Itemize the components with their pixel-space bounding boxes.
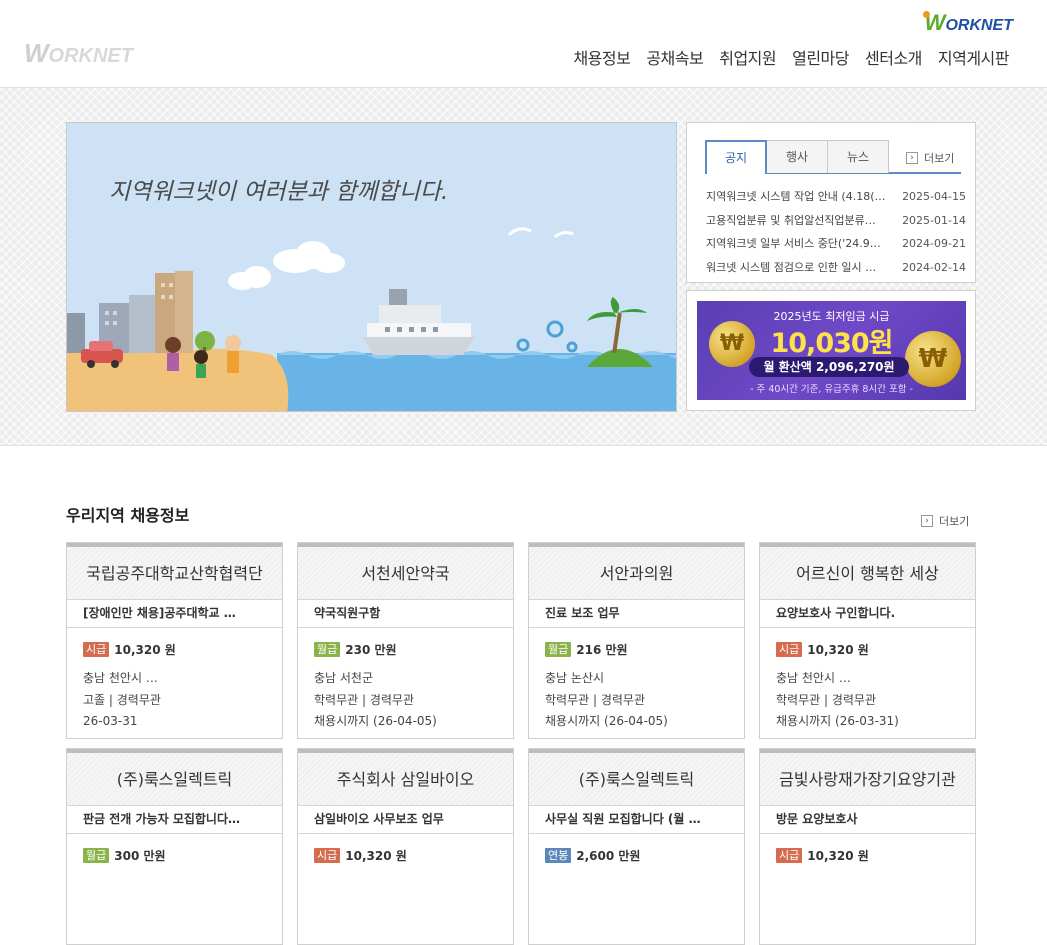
hero-illustration: 지역워크넷이 여러분과 함께합니다. [67, 123, 676, 411]
job-requirements: 고졸 | 경력무관 [83, 692, 161, 707]
job-requirements: 학력무관 | 경력무관 [776, 692, 876, 707]
job-deadline: 채용시까지 (26-04-05) [545, 714, 668, 728]
notice-title: 워크넷 시스템 점검으로 인한 일시 … [706, 260, 877, 274]
job-deadline: 채용시까지 (26-04-05) [314, 714, 437, 728]
pay-amount: 300 만원 [114, 848, 166, 863]
pay-amount: 10,320 원 [807, 848, 869, 863]
notice-title: 고용직업분류 및 취업알선직업분류… [706, 213, 876, 227]
nav-item-open-recruit[interactable]: 공채속보 [638, 45, 711, 69]
pay-type-badge: 월급 [83, 847, 110, 863]
job-title[interactable]: 판금 전개 가능자 모집합니다… [67, 806, 282, 834]
pay-type-badge: 연봉 [545, 847, 572, 863]
pay-amount: 2,600 만원 [576, 848, 641, 863]
job-card[interactable]: 국립공주대학교산학협력단 [장애인만 채용]공주대학교 … 시급 10,320 원… [66, 542, 283, 739]
job-title[interactable]: 요양보호사 구인합니다. [760, 600, 975, 628]
notice-title: 지역워크넷 시스템 작업 안내 (4.18(… [706, 190, 886, 203]
tab-news[interactable]: 뉴스 [827, 140, 889, 173]
job-deadline: 26-03-31 [83, 714, 138, 728]
pay-amount: 230 만원 [345, 642, 397, 657]
pay-amount: 10,320 원 [807, 642, 869, 657]
job-location: 충남 서천군 [314, 671, 374, 685]
notice-more-label: 더보기 [924, 152, 955, 165]
min-wage-panel: ₩ ₩ 2025년도 최저임금 시급 10,030원 월 환산액 2,096,2… [686, 290, 976, 411]
notice-more-link[interactable]: › 더보기 [906, 150, 954, 166]
job-card[interactable]: 서안과의원 진료 보조 업무 월급 216 만원 충남 논산시 학력무관 | 경력… [528, 542, 745, 739]
job-location: 충남 논산시 [545, 671, 605, 685]
notice-date: 2024-02-14 [902, 260, 966, 274]
notice-date: 2025-01-14 [902, 213, 966, 227]
job-requirements: 학력무관 | 경력무관 [314, 692, 414, 707]
job-deadline: 채용시까지 (26-03-31) [776, 714, 899, 728]
list-item[interactable]: 워크넷 시스템 점검으로 인한 일시 … 2024-02-14 [706, 256, 966, 280]
jobs-more-label: 더보기 [939, 515, 970, 528]
job-title[interactable]: 방문 요양보호사 [760, 806, 975, 834]
company-name: 서안과의원 [529, 543, 744, 600]
site-header: WORKNET WORKNET 채용정보 공채속보 취업지원 열린마당 센터소개… [0, 0, 1047, 88]
pay-amount: 216 만원 [576, 642, 628, 657]
job-title[interactable]: 사무실 직원 모집합니다 (월 … [529, 806, 744, 834]
notice-date: 2025-04-15 [902, 190, 966, 203]
logo-left-text: ORKNET [48, 45, 133, 67]
job-card[interactable]: 주식회사 삼일바이오 삼일바이오 사무보조 업무 시급 10,320 원 [297, 748, 514, 945]
job-title[interactable]: [장애인만 채용]공주대학교 … [67, 600, 282, 628]
main-nav: 채용정보 공채속보 취업지원 열린마당 센터소개 지역게시판 [565, 45, 1017, 69]
company-name: 금빛사랑재가장기요양기관 [760, 749, 975, 806]
job-requirements: 학력무관 | 경력무관 [545, 692, 645, 707]
company-name: (주)룩스일렉트릭 [529, 749, 744, 806]
tab-events[interactable]: 행사 [766, 140, 828, 173]
job-card[interactable]: 서천세안약국 약국직원구함 월급 230 만원 충남 서천군 학력무관 | 경력무… [297, 542, 514, 739]
nav-item-employment-support[interactable]: 취업지원 [711, 45, 784, 69]
company-name: 국립공주대학교산학협력단 [67, 543, 282, 600]
pay-type-badge: 시급 [776, 641, 803, 657]
job-title[interactable]: 약국직원구함 [298, 600, 513, 628]
hero-headline: 지역워크넷이 여러분과 함께합니다. [109, 179, 448, 205]
visual-band: 지역워크넷이 여러분과 함께합니다. 공지 행사 뉴스 › 더보기 지역워크넷 … [0, 88, 1047, 446]
pay-type-badge: 월급 [314, 641, 341, 657]
hero-banner: 지역워크넷이 여러분과 함께합니다. [66, 122, 677, 412]
job-location: 충남 천안시 … [83, 671, 158, 685]
job-title[interactable]: 진료 보조 업무 [529, 600, 744, 628]
job-title[interactable]: 삼일바이오 사무보조 업무 [298, 806, 513, 834]
pay-type-badge: 시급 [776, 847, 803, 863]
logo-right-text: ORKNET [945, 17, 1013, 34]
job-card[interactable]: (주)룩스일렉트릭 판금 전개 가능자 모집합니다… 월급 300 만원 [66, 748, 283, 945]
nav-item-open-forum[interactable]: 열린마당 [784, 45, 857, 69]
job-card[interactable]: 어르신이 행복한 세상 요양보호사 구인합니다. 시급 10,320 원 충남 천… [759, 542, 976, 739]
pay-amount: 10,320 원 [114, 642, 176, 657]
job-card[interactable]: (주)룩스일렉트릭 사무실 직원 모집합니다 (월 … 연봉 2,600 만원 [528, 748, 745, 945]
notice-panel: 공지 행사 뉴스 › 더보기 지역워크넷 시스템 작업 안내 (4.18(… 20… [686, 122, 976, 283]
notice-list: 지역워크넷 시스템 작업 안내 (4.18(… 2025-04-15 고용직업분류… [706, 185, 966, 279]
pay-amount: 10,320 원 [345, 848, 407, 863]
min-wage-note: - 주 40시간 기준, 유급주휴 8시간 포함 - [750, 384, 913, 395]
job-card[interactable]: 금빛사랑재가장기요양기관 방문 요양보호사 시급 10,320 원 [759, 748, 976, 945]
nav-item-regional-board[interactable]: 지역게시판 [930, 45, 1017, 69]
company-name: 서천세안약국 [298, 543, 513, 600]
jobs-more-link[interactable]: › 더보기 [921, 513, 969, 529]
chevron-right-icon: › [906, 152, 918, 164]
company-name: (주)룩스일렉트릭 [67, 749, 282, 806]
section-title: 우리지역 채용정보 [66, 506, 190, 525]
nav-item-jobs[interactable]: 채용정보 [565, 45, 638, 69]
min-wage-amount: 10,030원 [770, 328, 893, 359]
pay-type-badge: 시급 [314, 847, 341, 863]
pay-type-badge: 시급 [83, 641, 110, 657]
tab-notice[interactable]: 공지 [705, 140, 767, 174]
min-wage-monthly: 월 환산액 2,096,270원 [749, 357, 909, 377]
min-wage-banner[interactable]: ₩ ₩ 2025년도 최저임금 시급 10,030원 월 환산액 2,096,2… [697, 301, 966, 400]
company-name: 어르신이 행복한 세상 [760, 543, 975, 600]
worknet-logo[interactable]: WORKNET [923, 10, 1013, 36]
job-location: 충남 천안시 … [776, 671, 851, 685]
chevron-right-icon: › [921, 515, 933, 527]
pay-type-badge: 월급 [545, 641, 572, 657]
nav-item-center-intro[interactable]: 센터소개 [857, 45, 930, 69]
site-logo-faded[interactable]: WORKNET [24, 38, 133, 69]
list-item[interactable]: 지역워크넷 시스템 작업 안내 (4.18(… 2025-04-15 [706, 185, 966, 209]
notice-title: 지역워크넷 일부 서비스 중단('24.9… [706, 237, 881, 250]
notice-date: 2024-09-21 [902, 237, 966, 250]
list-item[interactable]: 고용직업분류 및 취업알선직업분류… 2025-01-14 [706, 209, 966, 233]
company-name: 주식회사 삼일바이오 [298, 749, 513, 806]
list-item[interactable]: 지역워크넷 일부 서비스 중단('24.9… 2024-09-21 [706, 232, 966, 256]
